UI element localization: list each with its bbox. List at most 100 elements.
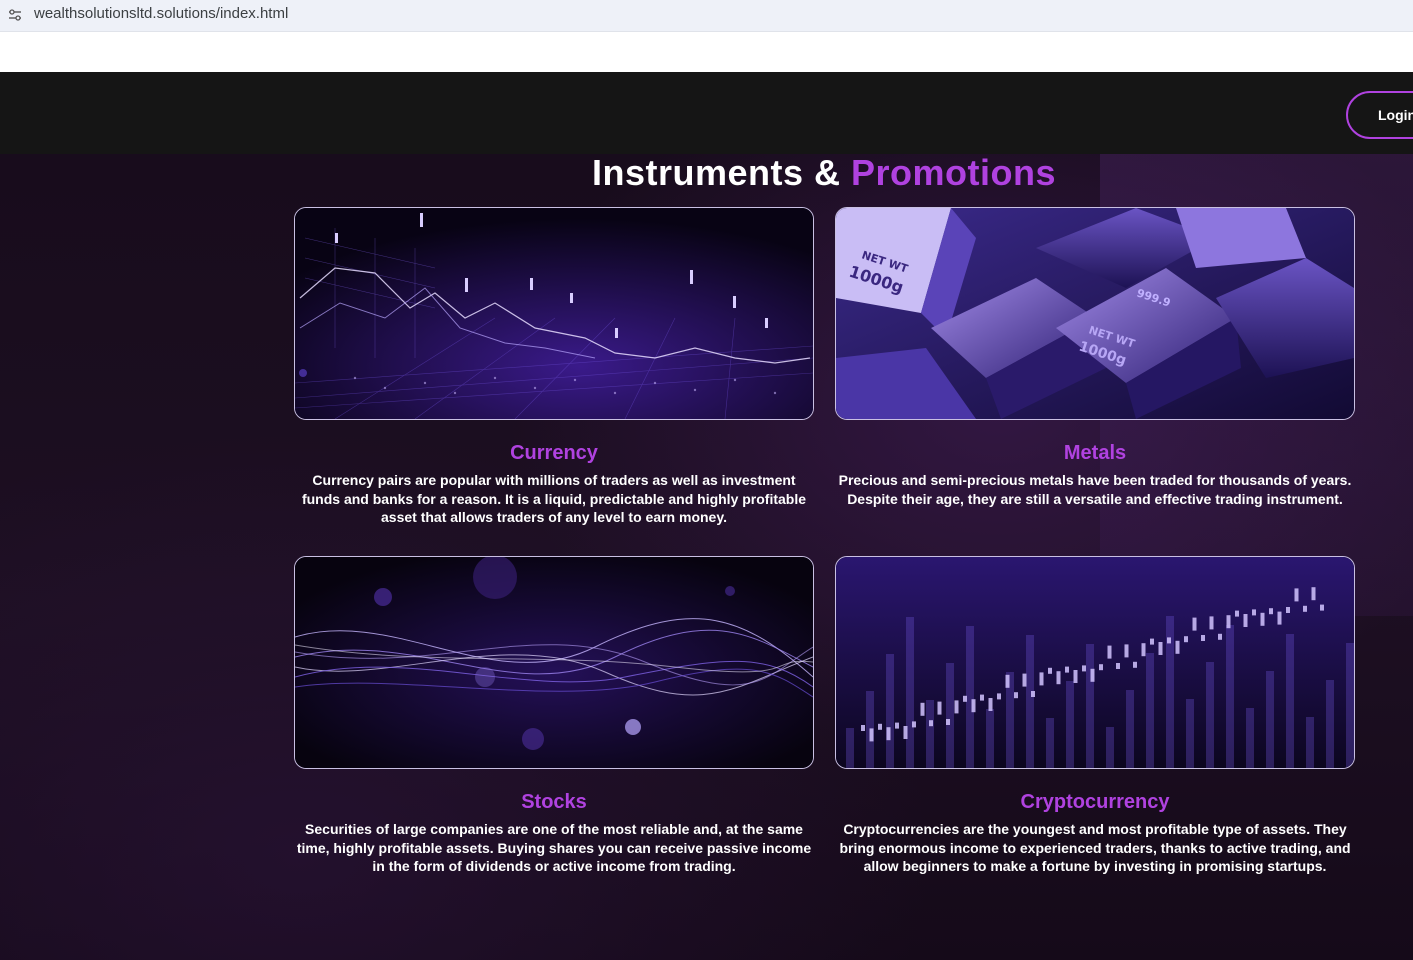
card-description: Precious and semi-precious metals have b… — [838, 472, 1352, 507]
decor-candle — [1124, 644, 1129, 658]
section-title-main: Instruments & — [591, 152, 841, 193]
decor-bar — [1206, 662, 1214, 768]
decor-bar — [966, 626, 974, 768]
decor-candle — [1158, 642, 1163, 655]
card-cryptocurrency[interactable]: Cryptocurrency Cryptocurrencies are the … — [835, 556, 1355, 876]
decor-bar — [1246, 708, 1254, 768]
decor-candle — [1201, 635, 1205, 641]
decor-candle — [861, 725, 865, 731]
decor-candle — [1056, 671, 1061, 685]
decor-candle — [1167, 637, 1171, 644]
decor-candle — [1320, 604, 1324, 611]
decor-candle — [988, 698, 993, 711]
decor-candle — [1031, 691, 1035, 697]
browser-address-bar[interactable]: wealthsolutionsltd.solutions/index.html — [0, 0, 1413, 32]
decor-candle — [1150, 638, 1154, 645]
decor-candle — [1243, 614, 1248, 627]
decor-bar — [1126, 690, 1134, 768]
url-text[interactable]: wealthsolutionsltd.solutions/index.html — [34, 5, 288, 22]
decor-candle — [895, 722, 899, 729]
decor-candle — [1226, 615, 1231, 629]
decor-bar — [1186, 699, 1194, 768]
decor-candle — [1073, 670, 1078, 683]
light-waves-image — [294, 556, 814, 769]
decor-bar — [986, 709, 994, 768]
decor-candle — [1141, 643, 1146, 657]
decor-candle — [1218, 633, 1222, 640]
decor-bar — [946, 663, 954, 768]
decor-candle — [937, 701, 942, 715]
decor-bar — [1066, 681, 1074, 768]
decor-candle — [1014, 692, 1018, 699]
decor-bar — [886, 654, 894, 768]
decor-candle — [1269, 608, 1273, 615]
section-title: Instruments & Promotions — [0, 152, 1413, 194]
decor-bar — [1306, 717, 1314, 768]
decor-candle — [869, 728, 874, 742]
decor-candle — [1039, 672, 1044, 686]
card-currency[interactable]: Currency Currency pairs are popular with… — [294, 207, 814, 527]
section-title-accent: Promotions — [851, 152, 1057, 193]
card-title: Cryptocurrency — [1020, 791, 1170, 813]
decor-candle — [1260, 612, 1265, 626]
decor-candle — [954, 700, 959, 714]
decor-bar — [1106, 727, 1114, 768]
decor-candle — [929, 720, 933, 727]
decor-candle — [946, 719, 950, 725]
decor-candle — [1090, 668, 1095, 682]
decor-candle — [963, 695, 967, 702]
decor-bar — [1326, 680, 1334, 768]
decor-candle — [1303, 605, 1307, 612]
decor-candle — [1133, 661, 1137, 668]
login-button[interactable]: Login — [1346, 91, 1413, 139]
decor-candle — [1209, 616, 1214, 630]
decor-bar — [1346, 643, 1354, 768]
decor-candle — [1277, 611, 1282, 625]
decor-candle — [920, 702, 925, 716]
decor-bar — [1146, 653, 1154, 768]
decor-candle — [1116, 663, 1120, 669]
decor-candle — [1286, 607, 1290, 613]
decor-candle — [1252, 609, 1256, 616]
decor-candle — [903, 726, 908, 739]
decor-bar — [1286, 634, 1294, 768]
decor-bar — [1086, 644, 1094, 768]
decor-candle — [1005, 674, 1010, 688]
decor-candle — [1022, 673, 1027, 687]
decor-candle — [878, 723, 882, 730]
decor-bar — [1026, 635, 1034, 768]
decor-bar — [906, 617, 914, 768]
decor-candle — [1311, 587, 1316, 601]
decor-bar — [1226, 625, 1234, 768]
decor-candle — [912, 721, 916, 728]
decor-candle — [1048, 667, 1052, 674]
card-title: Stocks — [521, 791, 587, 813]
decor-candle — [1065, 666, 1069, 673]
decor-candle — [1184, 636, 1188, 643]
tune-icon[interactable] — [8, 8, 22, 22]
metal-bars-image: NET WT 1000g 999.9 NET WT 1000g — [835, 207, 1355, 420]
card-description: Securities of large companies are one of… — [296, 821, 812, 874]
card-title: Currency — [510, 442, 598, 464]
currency-chart-image — [294, 207, 814, 420]
card-description: Cryptocurrencies are the youngest and mo… — [839, 821, 1351, 874]
decor-candle — [1294, 588, 1299, 602]
decor-bar — [1266, 671, 1274, 768]
decor-candle — [1082, 665, 1086, 672]
decor-candle — [1099, 664, 1103, 671]
card-stocks[interactable]: Stocks Securities of large companies are… — [294, 556, 814, 876]
decor-bar — [846, 728, 854, 768]
decor-candle — [971, 699, 976, 713]
decor-candle — [886, 727, 891, 741]
decor-candle — [1175, 640, 1180, 654]
site-navbar — [0, 72, 1413, 154]
decor-candle — [997, 693, 1001, 700]
decor-candle — [1192, 617, 1197, 631]
page-top-band — [0, 32, 1413, 72]
card-title: Metals — [1063, 442, 1127, 464]
decor-candle — [1235, 610, 1239, 617]
crypto-candlestick-image — [835, 556, 1355, 769]
decor-bar — [926, 700, 934, 768]
card-metals[interactable]: NET WT 1000g 999.9 NET WT 1000g Metals P… — [835, 207, 1355, 508]
decor-candle — [1107, 645, 1112, 659]
